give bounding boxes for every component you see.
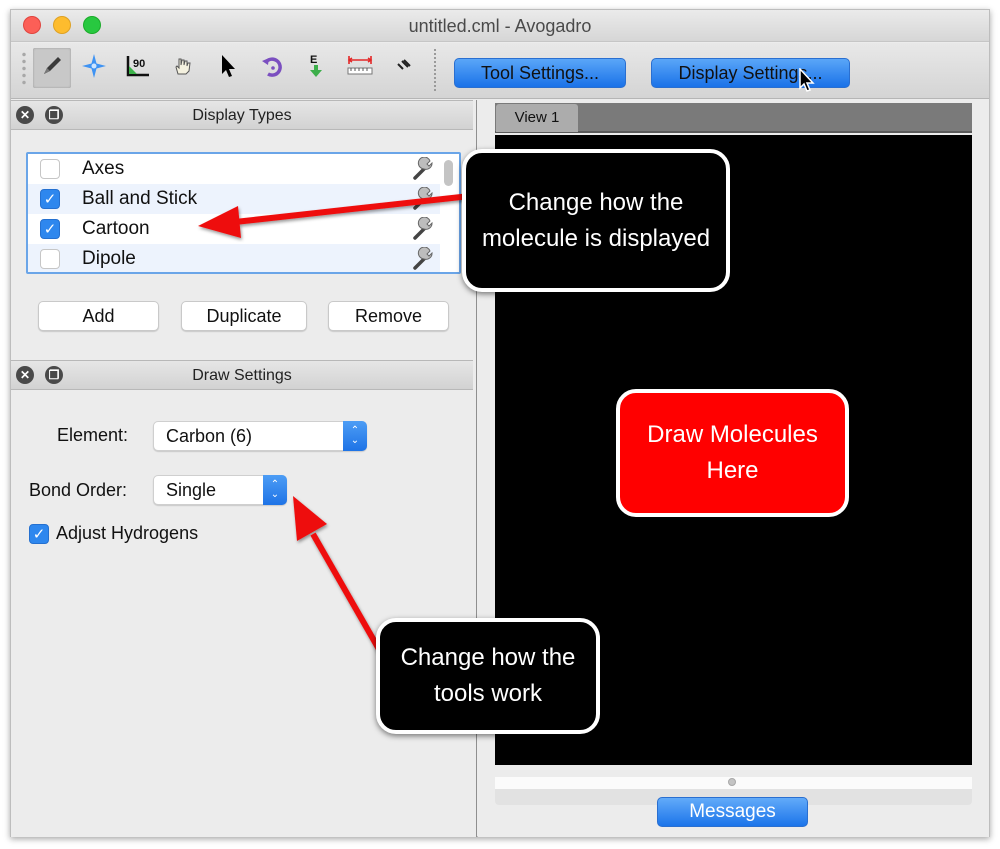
tab-view-1[interactable]: View 1 <box>496 104 578 132</box>
axes-checkbox[interactable] <box>40 159 60 179</box>
align-icon <box>393 55 415 82</box>
list-item-label: Dipole <box>82 248 136 269</box>
list-item[interactable]: ✓ Cartoon <box>28 214 440 244</box>
display-settings-button[interactable]: Display Settings... <box>651 58 850 88</box>
ruler-icon <box>346 55 374 82</box>
title-bar[interactable]: untitled.cml - Avogadro <box>11 10 989 42</box>
remove-button[interactable]: Remove <box>328 301 449 331</box>
list-item[interactable]: ✓ Ball and Stick <box>28 184 440 214</box>
navigate-star-icon <box>81 53 107 84</box>
toolbar-separator <box>434 49 436 91</box>
updown-chevron-icon: ⌃ ⌄ <box>263 475 287 505</box>
display-types-list[interactable]: Axes ✓ Ball and Stick ✓ Cartoon Dipole <box>26 152 461 274</box>
svg-text:E: E <box>310 54 317 66</box>
svg-text:90: 90 <box>133 58 145 70</box>
toolbar: 90 E Tool Settings... Display Settings..… <box>11 43 989 99</box>
window-title: untitled.cml - Avogadro <box>408 16 592 36</box>
bond-centric-tool-button[interactable]: 90 <box>119 48 157 88</box>
measure-tool-button[interactable] <box>341 48 379 88</box>
messages-splitter[interactable] <box>495 777 972 789</box>
ball-and-stick-checkbox[interactable]: ✓ <box>40 189 60 209</box>
wrench-icon[interactable] <box>412 156 436 186</box>
hand-icon <box>170 54 194 83</box>
messages-button[interactable]: Messages <box>657 797 808 827</box>
adjust-hydrogens-label: Adjust Hydrogens <box>56 523 199 543</box>
display-types-header[interactable]: ✕ ❐ Display Types <box>11 100 473 130</box>
list-item-label: Cartoon <box>82 218 150 239</box>
tools-callout: Change how the tools work <box>376 618 600 734</box>
list-scrollbar[interactable] <box>444 160 453 186</box>
draw-settings-title: Draw Settings <box>192 367 292 384</box>
arrow-cursor-icon <box>217 53 239 84</box>
wrench-icon[interactable] <box>412 246 436 272</box>
draw-molecules-callout: Draw Molecules Here <box>616 389 849 517</box>
bond-order-value: Single <box>166 480 217 500</box>
mouse-cursor-icon <box>798 67 816 99</box>
duplicate-button[interactable]: Duplicate <box>181 301 307 331</box>
display-types-callout: Change how the molecule is displayed <box>462 149 730 292</box>
updown-chevron-icon: ⌃ ⌄ <box>343 421 367 451</box>
bond-order-label: Bond Order: <box>29 480 128 500</box>
view-tab-bar: View 1 <box>495 103 972 133</box>
select-tool-button[interactable] <box>209 48 247 88</box>
splitter-handle[interactable] <box>728 778 736 786</box>
toolbar-grip-handle[interactable] <box>21 51 27 87</box>
pencil-icon <box>39 53 65 84</box>
tool-settings-button[interactable]: Tool Settings... <box>454 58 626 88</box>
wrench-icon[interactable] <box>412 186 436 216</box>
energy-optimize-icon: E <box>306 52 326 85</box>
list-item-label: Axes <box>82 158 125 179</box>
auto-optimize-tool-button[interactable]: E <box>297 48 335 88</box>
draw-settings-header[interactable]: ✕ ❐ Draw Settings <box>11 360 473 390</box>
wrench-icon[interactable] <box>412 216 436 246</box>
draw-tool-button[interactable] <box>33 48 71 88</box>
list-item-label: Ball and Stick <box>82 188 198 209</box>
angle-90-icon: 90 <box>124 53 152 84</box>
manipulate-tool-button[interactable] <box>163 48 201 88</box>
navigate-tool-button[interactable] <box>75 48 113 88</box>
dipole-checkbox[interactable] <box>40 249 60 269</box>
align-tool-button[interactable] <box>385 48 423 88</box>
auto-rotate-tool-button[interactable] <box>253 48 291 88</box>
list-item[interactable]: Dipole <box>28 244 440 272</box>
element-value: Carbon (6) <box>166 426 253 446</box>
bond-order-select[interactable]: Single ⌃ ⌄ <box>153 475 287 505</box>
rotate-icon <box>260 53 284 84</box>
cartoon-checkbox[interactable]: ✓ <box>40 219 60 239</box>
element-label: Element: <box>57 425 129 445</box>
adjust-hydrogens-checkbox[interactable]: ✓ <box>29 524 49 544</box>
element-select[interactable]: Carbon (6) ⌃ ⌄ <box>153 421 367 451</box>
display-types-title: Display Types <box>192 107 292 124</box>
add-button[interactable]: Add <box>38 301 159 331</box>
list-item[interactable]: Axes <box>28 154 440 184</box>
